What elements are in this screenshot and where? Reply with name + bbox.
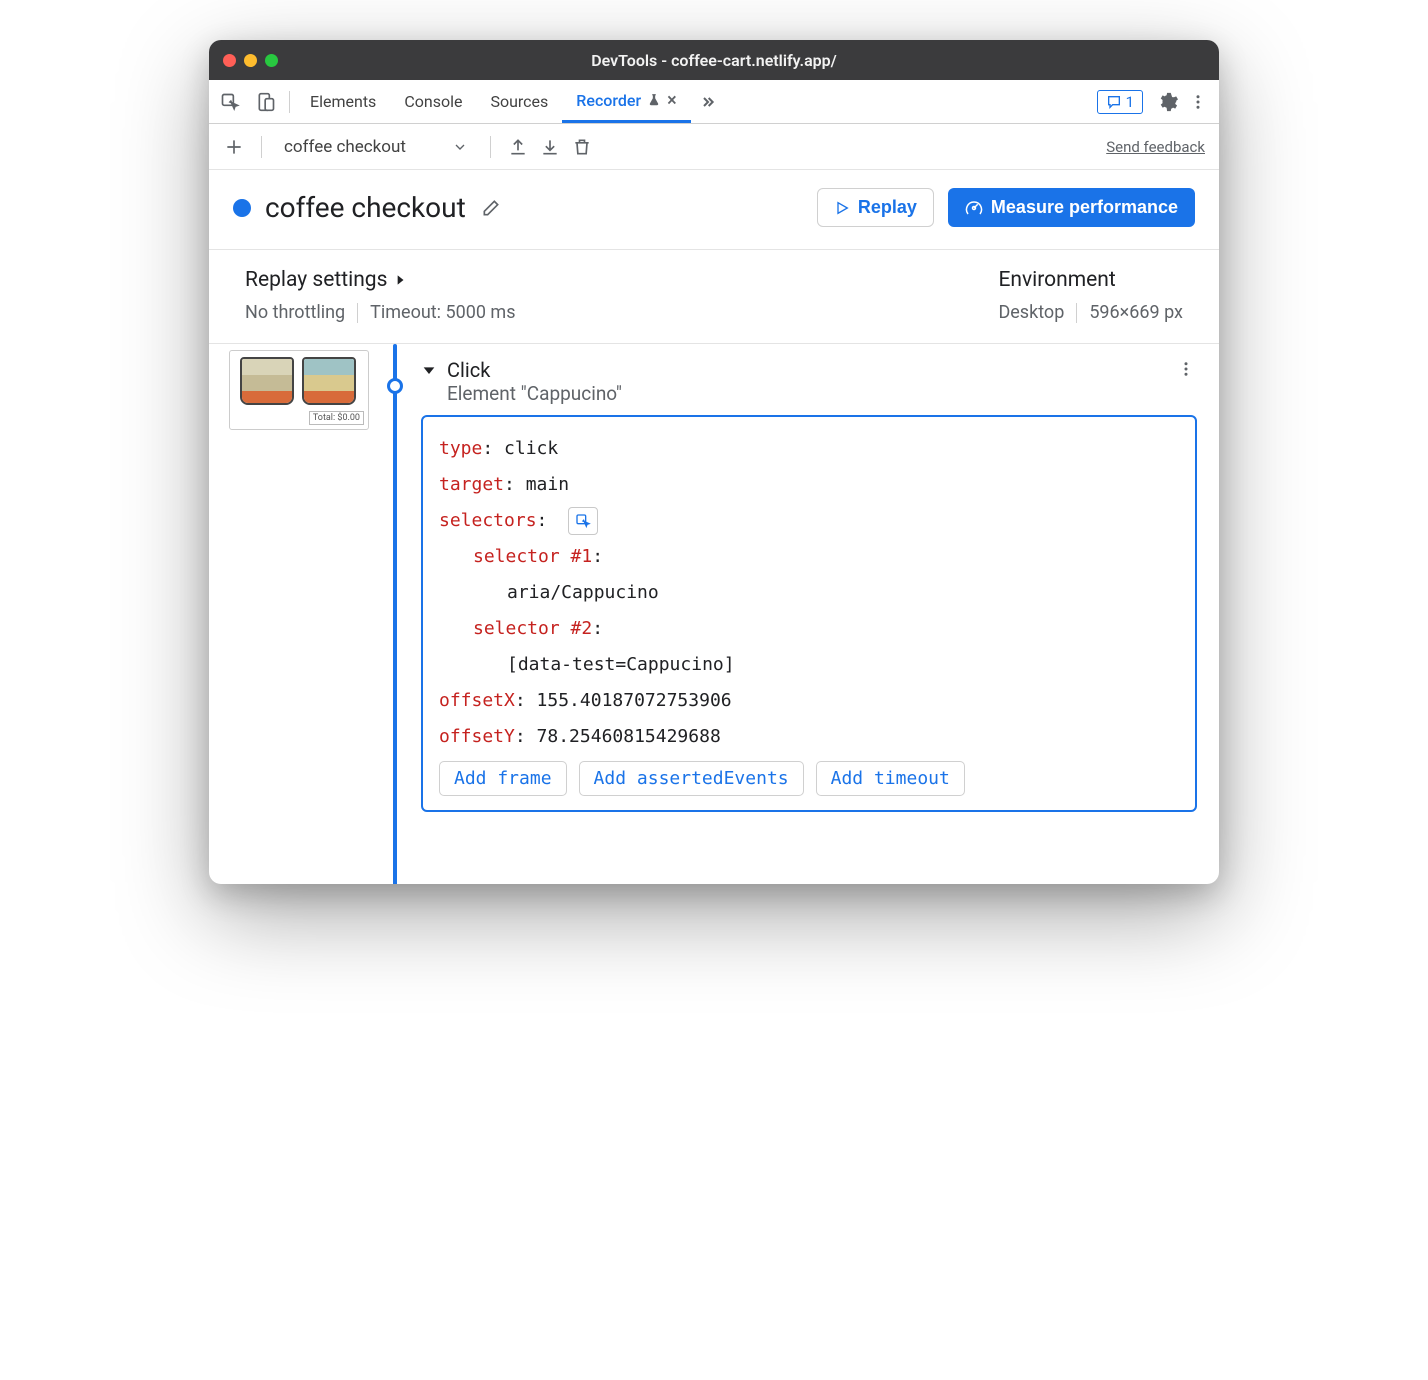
environment-title: Environment	[998, 268, 1115, 292]
throttling-label: No throttling	[245, 302, 345, 323]
settings-gear-icon[interactable]	[1157, 91, 1179, 113]
tab-sources[interactable]: Sources	[476, 80, 562, 123]
flask-icon	[647, 93, 661, 107]
replay-button[interactable]: Replay	[817, 188, 934, 227]
step-header[interactable]: Click Element "Cappucino"	[421, 352, 1197, 415]
recording-header: coffee checkout Replay Measure performan…	[209, 170, 1219, 250]
selectors-key: selectors	[439, 510, 537, 531]
dimensions-label: 596×669 px	[1089, 302, 1183, 323]
add-timeout-button[interactable]: Add timeout	[816, 761, 965, 796]
selector1-key: selector #1	[473, 546, 592, 567]
step-thumbnail[interactable]: Total: $0.00	[229, 350, 369, 430]
target-key: target	[439, 474, 504, 495]
tab-console[interactable]: Console	[390, 80, 476, 123]
step-subtitle: Element "Cappucino"	[447, 382, 622, 405]
titlebar: DevTools - coffee-cart.netlify.app/	[209, 40, 1219, 80]
settings-row: Replay settings No throttling Timeout: 5…	[209, 250, 1219, 344]
tab-elements[interactable]: Elements	[296, 80, 390, 123]
tab-elements-label: Elements	[310, 92, 376, 111]
step-menu-icon[interactable]	[1175, 358, 1197, 380]
device-label: Desktop	[998, 302, 1064, 323]
recording-name-label: coffee checkout	[284, 137, 406, 157]
recording-dropdown[interactable]: coffee checkout	[278, 137, 474, 157]
message-icon	[1106, 94, 1122, 110]
selector2-value[interactable]: [data-test=Cappucino]	[507, 654, 735, 675]
type-key: type	[439, 438, 482, 459]
edit-title-icon[interactable]	[480, 197, 502, 219]
thumb-total: Total: $0.00	[309, 411, 364, 425]
steps-area: Total: $0.00 Click Element "Cappucino"	[209, 344, 1219, 884]
environment-settings: Environment Desktop 596×669 px	[998, 268, 1183, 323]
tabbar: Elements Console Sources Recorder × 1	[209, 80, 1219, 124]
measure-performance-button[interactable]: Measure performance	[948, 188, 1195, 227]
new-recording-icon[interactable]	[223, 136, 245, 158]
add-frame-button[interactable]: Add frame	[439, 761, 567, 796]
tab-recorder-label: Recorder	[576, 91, 641, 110]
chevron-down-icon	[452, 139, 468, 155]
tab-recorder[interactable]: Recorder ×	[562, 80, 690, 123]
inspect-element-icon[interactable]	[219, 91, 241, 113]
gauge-icon	[965, 199, 983, 217]
offsety-key: offsetY	[439, 726, 515, 747]
recorder-toolbar: coffee checkout Send feedback	[209, 124, 1219, 170]
issues-count: 1	[1126, 93, 1134, 111]
export-icon[interactable]	[507, 136, 529, 158]
tab-console-label: Console	[404, 92, 462, 111]
issues-badge[interactable]: 1	[1097, 90, 1143, 114]
recording-title: coffee checkout	[265, 191, 466, 224]
step-details: type: click target: main selectors: sele…	[421, 415, 1197, 812]
close-tab-icon[interactable]: ×	[667, 90, 677, 111]
expand-step-icon[interactable]	[421, 362, 437, 378]
device-toolbar-icon[interactable]	[255, 91, 277, 113]
offsety-value[interactable]: 78.25460815429688	[537, 726, 721, 747]
delete-icon[interactable]	[571, 136, 593, 158]
step-title: Click	[447, 358, 622, 382]
pick-selector-icon[interactable]	[568, 507, 598, 535]
window-title: DevTools - coffee-cart.netlify.app/	[209, 51, 1219, 70]
measure-label: Measure performance	[991, 197, 1178, 218]
add-asserted-events-button[interactable]: Add assertedEvents	[579, 761, 804, 796]
replay-settings-title: Replay settings	[245, 268, 387, 292]
send-feedback-link[interactable]: Send feedback	[1106, 138, 1205, 156]
selector1-value[interactable]: aria/Cappucino	[507, 582, 659, 603]
target-value[interactable]: main	[526, 474, 569, 495]
step-content: Click Element "Cappucino" type: click ta…	[415, 344, 1219, 884]
timeline	[375, 344, 415, 884]
offsetx-value[interactable]: 155.40187072753906	[537, 690, 732, 711]
timeline-node[interactable]	[387, 378, 403, 394]
replay-settings[interactable]: Replay settings No throttling Timeout: 5…	[245, 268, 516, 323]
recording-status-dot	[233, 199, 251, 217]
offsetx-key: offsetX	[439, 690, 515, 711]
replay-label: Replay	[858, 197, 917, 218]
tab-sources-label: Sources	[490, 92, 548, 111]
timeout-label: Timeout: 5000 ms	[370, 302, 515, 323]
import-icon[interactable]	[539, 136, 561, 158]
devtools-window: DevTools - coffee-cart.netlify.app/ Elem…	[209, 40, 1219, 884]
kebab-menu-icon[interactable]	[1187, 91, 1209, 113]
type-value[interactable]: click	[504, 438, 558, 459]
play-icon	[834, 200, 850, 216]
chevron-right-icon	[393, 273, 407, 287]
more-tabs-icon[interactable]	[697, 91, 719, 113]
selector2-key: selector #2	[473, 618, 592, 639]
